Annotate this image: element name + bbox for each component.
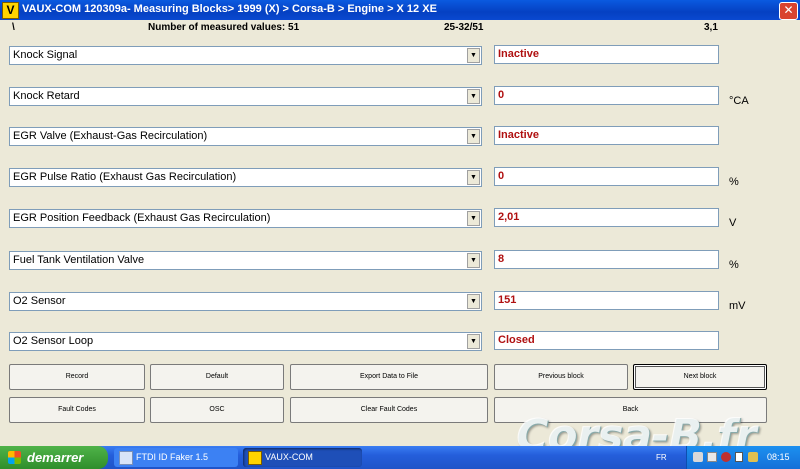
taskbar-item-ftdi[interactable]: FTDI ID Faker 1.5 [114, 448, 238, 467]
speaker-icon[interactable] [748, 452, 758, 462]
window-title: VAUX-COM 120309a- Measuring Blocks> 1999… [22, 3, 437, 15]
measure-select-label: EGR Position Feedback (Exhaust Gas Recir… [13, 212, 271, 224]
measure-select-6[interactable]: Fuel Tank Ventilation Valve ▼ [9, 251, 482, 270]
measure-select-7[interactable]: O2 Sensor ▼ [9, 292, 482, 311]
chevron-down-icon[interactable]: ▼ [467, 170, 480, 185]
vauxcom-app-icon[interactable]: V [2, 2, 19, 19]
chevron-down-icon[interactable]: ▼ [467, 253, 480, 268]
measure-value-5: 2,01 [494, 208, 719, 227]
vauxcom-task-icon [248, 451, 262, 465]
chevron-down-icon[interactable]: ▼ [467, 48, 480, 63]
next-block-button[interactable]: Next block [633, 364, 767, 390]
measure-select-2[interactable]: Knock Retard ▼ [9, 87, 482, 106]
osc-button[interactable]: OSC [150, 397, 284, 423]
measured-values-count: Number of measured values: 51 [148, 22, 300, 33]
measure-select-4[interactable]: EGR Pulse Ratio (Exhaust Gas Recirculati… [9, 168, 482, 187]
measure-value-7: 151 [494, 291, 719, 310]
measure-unit-6: % [729, 259, 739, 271]
tray-network-icon[interactable] [707, 452, 717, 462]
measure-unit-5: V [729, 217, 737, 229]
measure-select-label: EGR Pulse Ratio (Exhaust Gas Recirculati… [13, 171, 237, 183]
tray-app-icon[interactable] [693, 452, 703, 462]
clear-fault-codes-button[interactable]: Clear Fault Codes [290, 397, 488, 423]
measure-unit-2: °CA [729, 95, 749, 107]
measure-select-label: Knock Signal [13, 49, 78, 61]
measure-select-1[interactable]: Knock Signal ▼ [9, 46, 482, 65]
measure-select-3[interactable]: EGR Valve (Exhaust-Gas Recirculation) ▼ [9, 127, 482, 146]
measure-unit-4: % [729, 176, 739, 188]
chevron-down-icon[interactable]: ▼ [467, 211, 480, 226]
taskbar-item-label: FTDI ID Faker 1.5 [136, 452, 209, 462]
close-button[interactable]: ✕ [779, 2, 798, 20]
chevron-down-icon[interactable]: ▼ [467, 129, 480, 144]
measure-select-label: EGR Valve (Exhaust-Gas Recirculation) [13, 130, 208, 142]
ftdi-app-icon [119, 451, 133, 465]
close-icon: ✕ [783, 3, 794, 17]
windows-flag-icon [8, 451, 21, 464]
path-indicator: \ [12, 22, 15, 33]
measure-value-8: Closed [494, 331, 719, 350]
block-range: 25-32/51 [444, 22, 484, 33]
measure-unit-7: mV [729, 300, 746, 312]
previous-block-button[interactable]: Previous block [494, 364, 628, 390]
record-button[interactable]: Record [9, 364, 145, 390]
export-data-button[interactable]: Export Data to File [290, 364, 488, 390]
measure-select-label: O2 Sensor [13, 295, 66, 307]
info-bar [0, 20, 800, 37]
measure-select-8[interactable]: O2 Sensor Loop ▼ [9, 332, 482, 351]
default-button[interactable]: Default [150, 364, 284, 390]
measure-value-6: 8 [494, 250, 719, 269]
taskbar-item-label: VAUX-COM [265, 452, 313, 462]
fault-codes-button[interactable]: Fault Codes [9, 397, 145, 423]
measure-select-label: Knock Retard [13, 90, 80, 102]
start-label: demarrer [27, 450, 84, 465]
measure-value-2: 0 [494, 86, 719, 105]
taskbar-item-vauxcom[interactable]: VAUX-COM [243, 448, 362, 467]
chevron-down-icon[interactable]: ▼ [467, 334, 480, 349]
chevron-down-icon[interactable]: ▼ [467, 89, 480, 104]
measure-value-3: Inactive [494, 126, 719, 145]
block-number: 3,1 [704, 22, 718, 33]
chevron-down-icon[interactable]: ▼ [467, 294, 480, 309]
measure-select-label: Fuel Tank Ventilation Valve [13, 254, 145, 266]
measure-select-label: O2 Sensor Loop [13, 335, 94, 347]
tray-device-icon[interactable] [735, 452, 743, 462]
measure-select-5[interactable]: EGR Position Feedback (Exhaust Gas Recir… [9, 209, 482, 228]
measure-value-4: 0 [494, 167, 719, 186]
language-indicator[interactable]: FR [656, 453, 667, 462]
measure-value-1: Inactive [494, 45, 719, 64]
start-button[interactable]: demarrer [0, 446, 108, 469]
tray-security-icon[interactable] [721, 452, 731, 462]
clock: 08:15 [767, 452, 790, 462]
